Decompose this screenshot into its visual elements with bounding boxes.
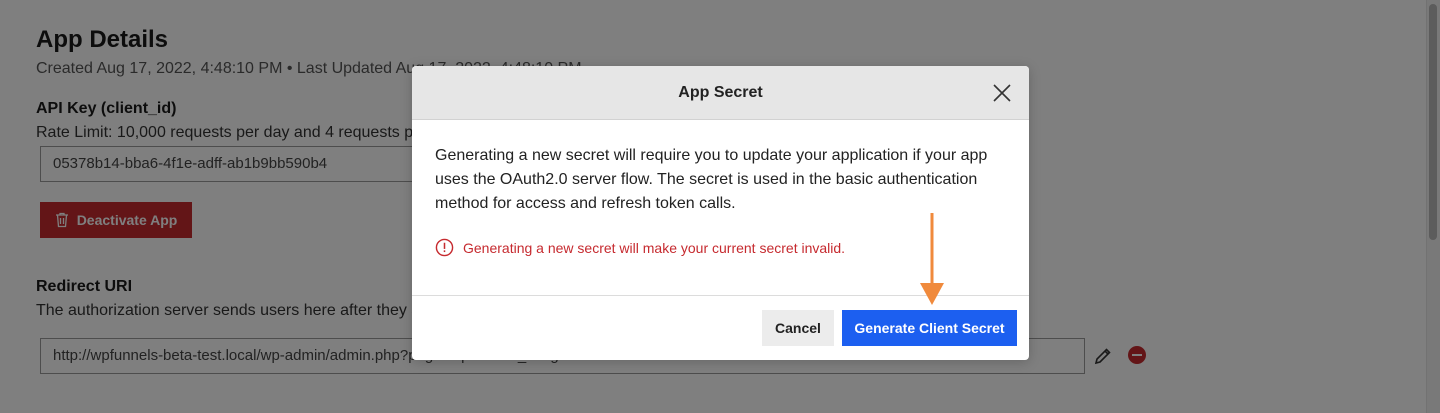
close-icon[interactable] (991, 82, 1013, 104)
dialog-title: App Secret (678, 83, 763, 101)
generate-client-secret-button[interactable]: Generate Client Secret (842, 310, 1017, 346)
alert-circle-icon (435, 238, 454, 257)
annotation-arrow-icon (920, 213, 944, 305)
dialog-header: App Secret (412, 66, 1029, 120)
warning-text: Generating a new secret will make your c… (463, 239, 846, 256)
cancel-button[interactable]: Cancel (762, 310, 834, 346)
dialog-message: Generating a new secret will require you… (435, 147, 988, 212)
